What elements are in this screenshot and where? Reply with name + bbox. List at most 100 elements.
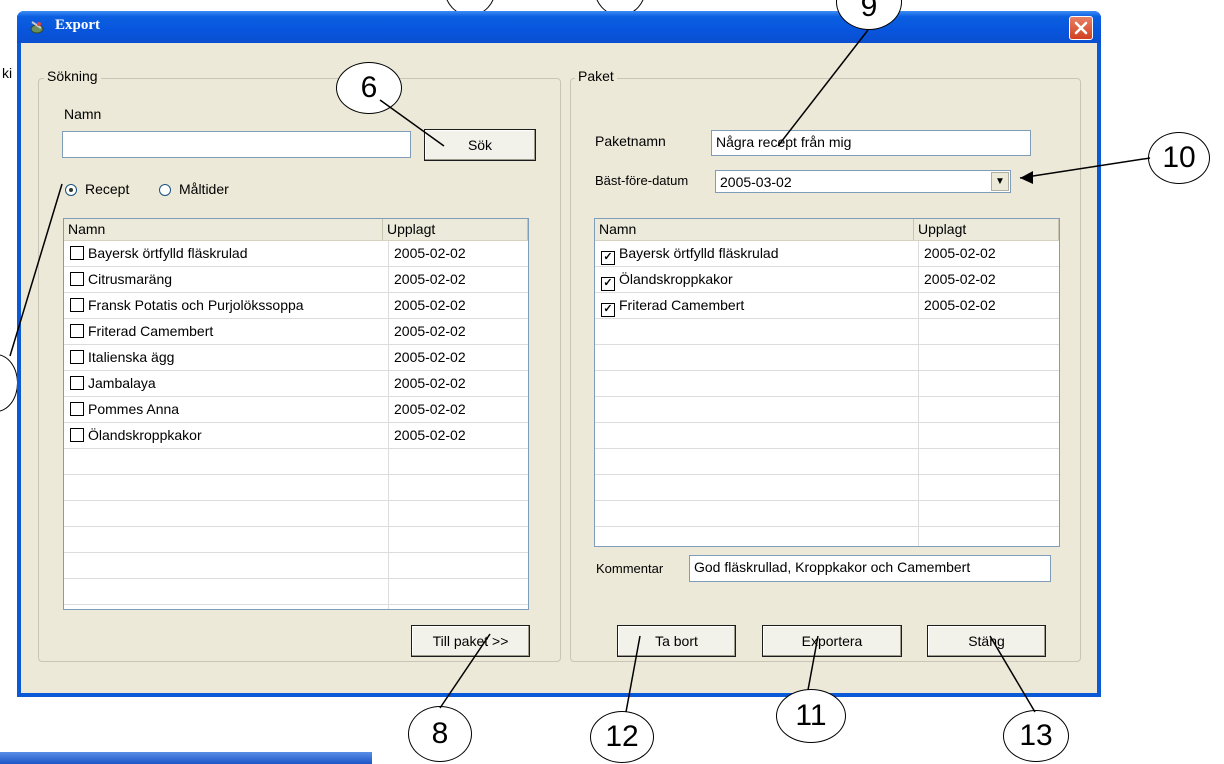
search-name-label: Namn bbox=[64, 106, 102, 122]
row-name: Jambalaya bbox=[88, 375, 156, 391]
checkbox-icon[interactable] bbox=[70, 246, 84, 260]
callout-11: 11 bbox=[776, 689, 846, 743]
row-name: Friterad Camembert bbox=[88, 323, 214, 339]
dialog-body: Sökning Namn Sök Recept Måltider Namn Up… bbox=[21, 43, 1097, 693]
table-row bbox=[595, 319, 1059, 345]
table-row[interactable]: Fransk Potatis och Purjolökssoppa 2005-02… bbox=[64, 293, 528, 319]
row-name: Fransk Potatis och Purjolökssoppa bbox=[88, 297, 304, 313]
table-row[interactable]: ✓ Friterad Camembert 2005-02-02 bbox=[595, 293, 1059, 319]
table-row[interactable]: ✓ Ölandskroppkakor 2005-02-02 bbox=[595, 267, 1059, 293]
table-row bbox=[595, 423, 1059, 449]
table-row[interactable]: Bayersk örtfylld fläskrulad 2005-02-02 bbox=[64, 241, 528, 267]
table-row bbox=[595, 527, 1059, 546]
dropdown-arrow-icon[interactable]: ▼ bbox=[991, 172, 1009, 191]
window-title: Export bbox=[55, 17, 100, 33]
close-button[interactable] bbox=[1069, 16, 1093, 40]
table-row bbox=[64, 527, 528, 553]
row-date: 2005-02-02 bbox=[394, 427, 466, 443]
checkbox-checked-icon[interactable]: ✓ bbox=[601, 251, 615, 265]
row-name-cell: Citrusmaräng bbox=[64, 267, 172, 292]
checkbox-checked-icon[interactable]: ✓ bbox=[601, 303, 615, 317]
table-row bbox=[595, 371, 1059, 397]
table-row bbox=[595, 449, 1059, 475]
callout-13: 13 bbox=[1003, 710, 1069, 762]
table-row bbox=[64, 501, 528, 527]
remove-button[interactable]: Ta bort bbox=[617, 625, 736, 657]
row-name-cell: Friterad Camembert bbox=[64, 319, 213, 344]
row-name: Bayersk örtfylld fläskrulad bbox=[619, 245, 779, 261]
table-row[interactable]: Friterad Camembert 2005-02-02 bbox=[64, 319, 528, 345]
close-dialog-button[interactable]: Stäng bbox=[927, 625, 1046, 657]
table-row bbox=[595, 345, 1059, 371]
checkbox-icon[interactable] bbox=[70, 350, 84, 364]
checkbox-icon[interactable] bbox=[70, 428, 84, 442]
radio-maltider-label: Måltider bbox=[179, 181, 229, 197]
table-row[interactable]: Jambalaya 2005-02-02 bbox=[64, 371, 528, 397]
row-date: 2005-02-02 bbox=[924, 271, 996, 287]
callout-10: 10 bbox=[1148, 132, 1210, 184]
table-row bbox=[64, 579, 528, 605]
column-header-namn[interactable]: Namn bbox=[64, 219, 383, 240]
row-name-cell: Jambalaya bbox=[64, 371, 156, 396]
comment-input[interactable]: God fläskrullad, Kroppkakor och Camember… bbox=[689, 555, 1051, 582]
best-before-value: 2005-03-02 bbox=[720, 174, 792, 190]
table-row bbox=[595, 501, 1059, 527]
row-name: Pommes Anna bbox=[88, 401, 180, 417]
package-name-input[interactable]: Några recept från mig bbox=[711, 130, 1031, 156]
row-name-cell: ✓ Ölandskroppkakor bbox=[595, 267, 733, 292]
radio-maltider[interactable] bbox=[159, 184, 171, 196]
title-bar[interactable]: Export bbox=[17, 11, 1101, 43]
checkbox-icon[interactable] bbox=[70, 298, 84, 312]
table-row[interactable]: Pommes Anna 2005-02-02 bbox=[64, 397, 528, 423]
column-header-upplagt[interactable]: Upplagt bbox=[383, 219, 528, 240]
package-group-legend: Paket bbox=[575, 68, 617, 84]
row-name-cell: ✓ Bayersk örtfylld fläskrulad bbox=[595, 241, 779, 266]
row-date: 2005-02-02 bbox=[394, 271, 466, 287]
row-date: 2005-02-02 bbox=[394, 297, 466, 313]
checkbox-icon[interactable] bbox=[70, 376, 84, 390]
row-name: Bayersk örtfylld fläskrulad bbox=[88, 245, 248, 261]
table-row[interactable]: Ölandskroppkakor 2005-02-02 bbox=[64, 423, 528, 449]
radio-recept[interactable] bbox=[65, 184, 77, 196]
callout-8: 8 bbox=[408, 706, 472, 762]
callout-6: 6 bbox=[336, 62, 402, 114]
row-date: 2005-02-02 bbox=[394, 375, 466, 391]
to-package-button[interactable]: Till paket >> bbox=[411, 625, 530, 657]
search-name-input[interactable] bbox=[62, 131, 411, 158]
table-row[interactable]: Italienska ägg 2005-02-02 bbox=[64, 345, 528, 371]
row-date: 2005-02-02 bbox=[394, 349, 466, 365]
list-header: Namn Upplagt bbox=[64, 219, 528, 241]
table-row bbox=[595, 475, 1059, 501]
close-icon bbox=[1074, 21, 1088, 35]
table-row bbox=[595, 397, 1059, 423]
package-column-header-upplagt[interactable]: Upplagt bbox=[914, 219, 1059, 240]
row-name: Friterad Camembert bbox=[619, 297, 745, 313]
export-button[interactable]: Exportera bbox=[762, 625, 902, 657]
table-row bbox=[64, 449, 528, 475]
table-row bbox=[64, 475, 528, 501]
row-name-cell: Italienska ägg bbox=[64, 345, 174, 370]
row-name-cell: ✓ Friterad Camembert bbox=[595, 293, 744, 318]
checkbox-icon[interactable] bbox=[70, 272, 84, 286]
row-date: 2005-02-02 bbox=[394, 401, 466, 417]
row-date: 2005-02-02 bbox=[924, 297, 996, 313]
callout-partial-left bbox=[0, 354, 18, 412]
row-name: Citrusmaräng bbox=[88, 271, 173, 287]
table-row bbox=[64, 553, 528, 579]
comment-label: Kommentar bbox=[596, 561, 664, 576]
table-row[interactable]: ✓ Bayersk örtfylld fläskrulad 2005-02-02 bbox=[595, 241, 1059, 267]
checkbox-icon[interactable] bbox=[70, 324, 84, 338]
best-before-dropdown[interactable]: 2005-03-02 ▼ bbox=[715, 170, 1011, 193]
package-name-label: Paketnamn bbox=[595, 133, 666, 149]
checkbox-checked-icon[interactable]: ✓ bbox=[601, 277, 615, 291]
row-name: Ölandskroppkakor bbox=[619, 271, 733, 287]
package-recipe-list[interactable]: Namn Upplagt ✓ Bayersk örtfylld fläskrula… bbox=[594, 218, 1060, 547]
row-name-cell: Fransk Potatis och Purjolökssoppa bbox=[64, 293, 304, 318]
table-row[interactable]: Citrusmaräng 2005-02-02 bbox=[64, 267, 528, 293]
package-list-header: Namn Upplagt bbox=[595, 219, 1059, 241]
recipe-search-list[interactable]: Namn Upplagt Bayersk örtfylld fläskrulad… bbox=[63, 218, 529, 610]
package-column-header-namn[interactable]: Namn bbox=[595, 219, 914, 240]
checkbox-icon[interactable] bbox=[70, 402, 84, 416]
search-group-legend: Sökning bbox=[44, 68, 101, 84]
search-button[interactable]: Sök bbox=[424, 129, 536, 161]
